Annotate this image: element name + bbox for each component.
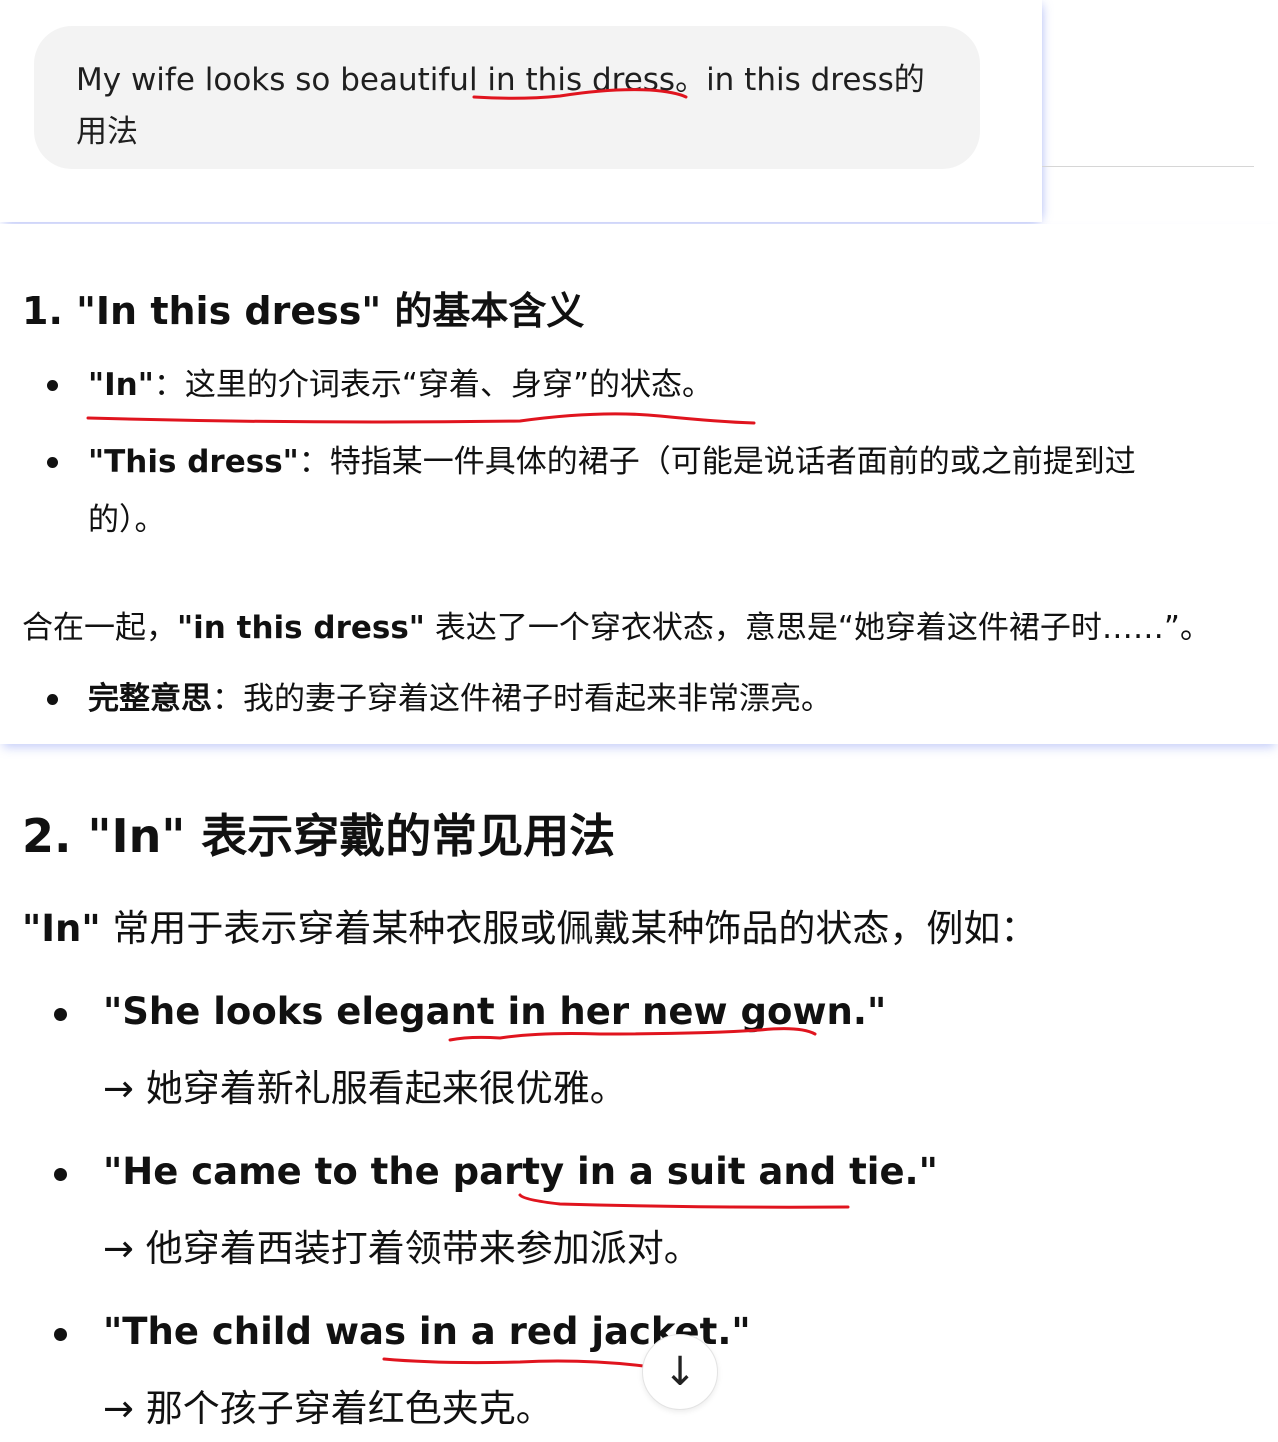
intro-rest: 常用于表示穿着某种衣服或佩戴某种饰品的状态，例如：: [100, 907, 1038, 950]
bullet-sep: ：: [298, 444, 330, 480]
bullet-term: 完整意思: [88, 681, 212, 717]
section1-bullet-in: "In"：这里的介词表示“穿着、身穿”的状态。: [88, 356, 713, 414]
summary-pre: 合在一起，: [22, 610, 177, 646]
bullet-dot: [47, 694, 58, 705]
underline-red-jacket: [382, 1357, 682, 1373]
user-message-card: My wife looks so beautiful in this dress…: [0, 0, 1042, 222]
example-translation: → 他穿着西装打着领带来参加派对。: [103, 1227, 701, 1270]
bullet-sep: ：: [153, 367, 185, 403]
section2-heading: 2. "In" 表示穿戴的常见用法: [22, 809, 616, 863]
user-message-text-line2: 用法: [76, 114, 138, 150]
bullet-desc-line2: 的）。: [88, 502, 166, 538]
section1-bullet-this-dress: "This dress"：特指某一件具体的裙子（可能是说话者面前的或之前提到过: [88, 433, 1136, 491]
user-message-text: My wife looks so beautiful in this dress…: [76, 62, 925, 98]
bullet-dot: [54, 1328, 67, 1341]
bullet-desc: 我的妻子穿着这件裙子时看起来非常漂亮。: [243, 681, 832, 717]
example-sentence: "He came to the party in a suit and tie.…: [103, 1150, 938, 1193]
arrow-down-icon: ↓: [663, 1349, 697, 1395]
summary-post: 表达了一个穿衣状态，意思是“她穿着这件裙子时……”。: [424, 610, 1211, 646]
divider: [1042, 166, 1254, 167]
example-sentence: "She looks elegant in her new gown.": [103, 990, 887, 1033]
section2-intro: "In" 常用于表示穿着某种衣服或佩戴某种饰品的状态，例如：: [22, 898, 1037, 952]
bullet-sep: ：: [212, 681, 243, 717]
chat-page: My wife looks so beautiful in this dress…: [0, 0, 1278, 1442]
underline-suit-and-tie: [518, 1193, 850, 1209]
user-message-bubble: My wife looks so beautiful in this dress…: [34, 26, 980, 169]
example-translation: → 她穿着新礼服看起来很优雅。: [103, 1067, 627, 1110]
intro-term: "In": [22, 907, 101, 950]
section1-summary: 合在一起，"in this dress" 表达了一个穿衣状态，意思是“她穿着这件…: [22, 602, 1211, 647]
bullet-dot: [47, 457, 58, 468]
bullet-desc: 特指某一件具体的裙子（可能是说话者面前的或之前提到过: [329, 444, 1136, 480]
section1-full-meaning: 完整意思：我的妻子穿着这件裙子时看起来非常漂亮。: [88, 670, 832, 728]
bullet-desc: 这里的介词表示“穿着、身穿”的状态。: [184, 367, 714, 403]
bullet-dot: [54, 1168, 67, 1181]
bullet-dot: [47, 380, 58, 391]
bullet-term: "In": [88, 367, 154, 403]
section1-heading: 1. "In this dress" 的基本含义: [22, 289, 585, 333]
example-translation: → 那个孩子穿着红色夹克。: [103, 1387, 553, 1430]
summary-term: "in this dress": [177, 610, 425, 646]
bullet-term: "This dress": [88, 444, 299, 480]
scroll-to-bottom-button[interactable]: ↓: [642, 1334, 718, 1410]
bullet-dot: [54, 1008, 67, 1021]
